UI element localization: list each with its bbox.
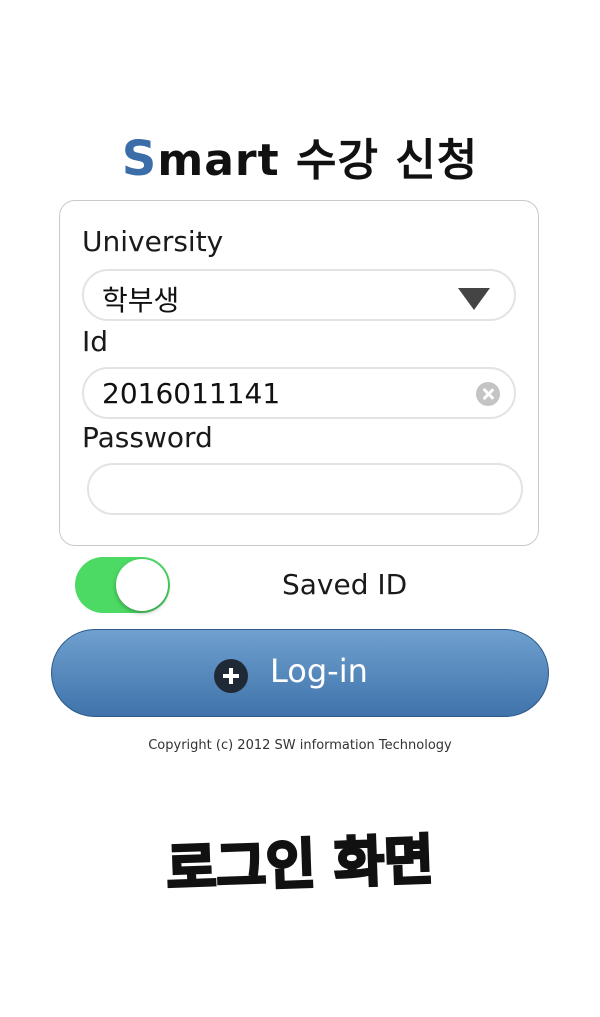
app-title-s: S: [121, 131, 158, 187]
app-title: Smart 수강 신청: [0, 124, 600, 188]
password-input[interactable]: [87, 463, 523, 515]
app-title-rest: mart 수강 신청: [157, 135, 479, 186]
id-value: 2016011141: [102, 377, 281, 410]
id-input[interactable]: 2016011141: [82, 367, 516, 419]
id-label: Id: [82, 325, 109, 358]
plus-circle-icon: [214, 659, 248, 693]
university-select[interactable]: 학부생: [82, 269, 516, 321]
login-button[interactable]: Log-in: [51, 629, 549, 717]
dropdown-arrow-icon: [458, 288, 490, 310]
clear-icon[interactable]: [476, 382, 500, 406]
password-label: Password: [82, 421, 213, 454]
saved-id-label: Saved ID: [282, 568, 408, 601]
university-value: 학부생: [102, 284, 180, 317]
login-form: University 학부생 Id 2016011141 Password: [59, 200, 539, 546]
copyright-text: Copyright (c) 2012 SW information Techno…: [148, 738, 452, 753]
login-button-label: Log-in: [270, 652, 368, 690]
saved-id-toggle[interactable]: [75, 557, 170, 613]
screen-caption: 로그인 화면: [164, 827, 436, 902]
toggle-knob: [116, 559, 168, 611]
university-label: University: [82, 225, 224, 258]
